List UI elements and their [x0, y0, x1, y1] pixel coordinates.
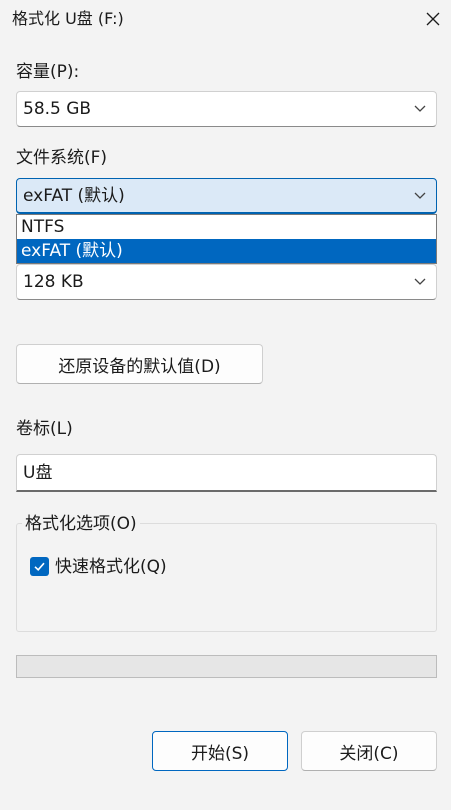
- filesystem-combobox[interactable]: exFAT (默认): [16, 178, 437, 214]
- filesystem-value: exFAT (默认): [23, 186, 125, 206]
- capacity-combobox[interactable]: 58.5 GB: [16, 91, 437, 127]
- capacity-label: 容量(P):: [16, 62, 80, 82]
- capacity-value: 58.5 GB: [23, 99, 92, 119]
- volume-label-label: 卷标(L): [16, 419, 73, 439]
- window-title: 格式化 U盘 (F:): [12, 9, 124, 28]
- start-button[interactable]: 开始(S): [152, 731, 288, 771]
- format-progress-bar: [16, 655, 437, 678]
- format-options-label: 格式化选项(O): [22, 513, 140, 535]
- filesystem-option-exfat[interactable]: exFAT (默认): [17, 239, 436, 263]
- quick-format-checkbox[interactable]: [30, 557, 49, 576]
- volume-label-value: U盘: [23, 463, 53, 483]
- chevron-down-icon: [414, 192, 426, 199]
- quick-format-label: 快速格式化(Q): [55, 557, 167, 577]
- filesystem-dropdown-list: NTFS exFAT (默认): [16, 214, 437, 264]
- allocation-size-value: 128 KB: [23, 272, 84, 292]
- filesystem-option-ntfs[interactable]: NTFS: [17, 215, 436, 239]
- close-icon: [426, 12, 440, 26]
- filesystem-label: 文件系统(F): [16, 148, 108, 168]
- chevron-down-icon: [414, 278, 426, 285]
- checkmark-icon: [34, 562, 45, 571]
- close-button[interactable]: 关闭(C): [301, 731, 437, 771]
- title-bar: 格式化 U盘 (F:): [0, 0, 451, 40]
- chevron-down-icon: [414, 105, 426, 112]
- restore-defaults-button[interactable]: 还原设备的默认值(D): [16, 344, 263, 384]
- close-window-button[interactable]: [419, 5, 447, 33]
- volume-label-input[interactable]: U盘: [16, 454, 437, 492]
- allocation-size-combobox[interactable]: 128 KB: [16, 264, 437, 300]
